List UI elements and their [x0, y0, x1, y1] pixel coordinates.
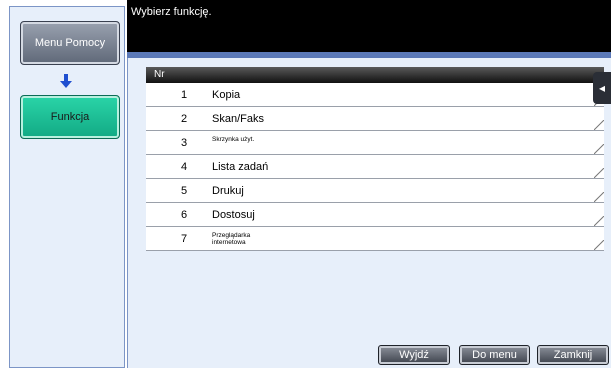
list-item-przegladarka[interactable]: 7 Przeglądarka internetowa [146, 227, 604, 251]
resize-corner-icon [594, 168, 604, 178]
function-list: Nr 1 Kopia 2 Skan/Faks 3 Skrzynka użyt. … [146, 67, 604, 251]
resize-corner-icon [594, 240, 604, 250]
item-number: 5 [180, 185, 188, 197]
resize-corner-icon [594, 144, 604, 154]
list-item-dostosuj[interactable]: 6 Dostosuj [146, 203, 604, 227]
list-header: Nr [146, 67, 604, 83]
list-item-kopia[interactable]: 1 Kopia [146, 83, 604, 107]
bottom-bar: Wyjdź Do menu Zamknij [127, 343, 611, 368]
item-label: Dostosuj [212, 209, 255, 221]
item-label: Przeglądarka internetowa [212, 232, 251, 246]
item-number: 6 [180, 209, 188, 221]
message-bar: Wybierz funkcję. [127, 0, 611, 52]
close-button[interactable]: Zamknij [537, 345, 609, 365]
item-label: Skan/Faks [212, 113, 264, 125]
arrow-down-icon [60, 74, 72, 88]
item-label: Lista zadań [212, 161, 269, 173]
exit-button[interactable]: Wyjdź [378, 345, 450, 365]
resize-corner-icon [594, 216, 604, 226]
list-item-drukuj[interactable]: 5 Drukuj [146, 179, 604, 203]
function-button[interactable]: Funkcja [20, 95, 120, 139]
item-number: 1 [180, 89, 188, 101]
item-number: 4 [180, 161, 188, 173]
message-text: Wybierz funkcję. [131, 6, 212, 18]
item-number: 3 [180, 137, 188, 149]
sidebar: Menu Pomocy Funkcja [9, 6, 125, 368]
item-number: 2 [180, 113, 188, 125]
resize-corner-icon [594, 192, 604, 202]
item-label: Skrzynka użyt. [212, 136, 255, 143]
item-label: Drukuj [212, 185, 244, 197]
item-label: Kopia [212, 89, 241, 101]
to-menu-button[interactable]: Do menu [459, 345, 530, 365]
side-tab-arrow-icon: ◂ [598, 81, 606, 95]
list-item-skrzynka[interactable]: 3 Skrzynka użyt. [146, 131, 604, 155]
help-menu-button[interactable]: Menu Pomocy [20, 21, 120, 65]
item-number: 7 [180, 233, 188, 245]
list-item-lista-zadan[interactable]: 4 Lista zadań [146, 155, 604, 179]
side-tab-button[interactable]: ◂ [593, 72, 611, 104]
resize-corner-icon [594, 120, 604, 130]
list-item-skan-faks[interactable]: 2 Skan/Faks [146, 107, 604, 131]
